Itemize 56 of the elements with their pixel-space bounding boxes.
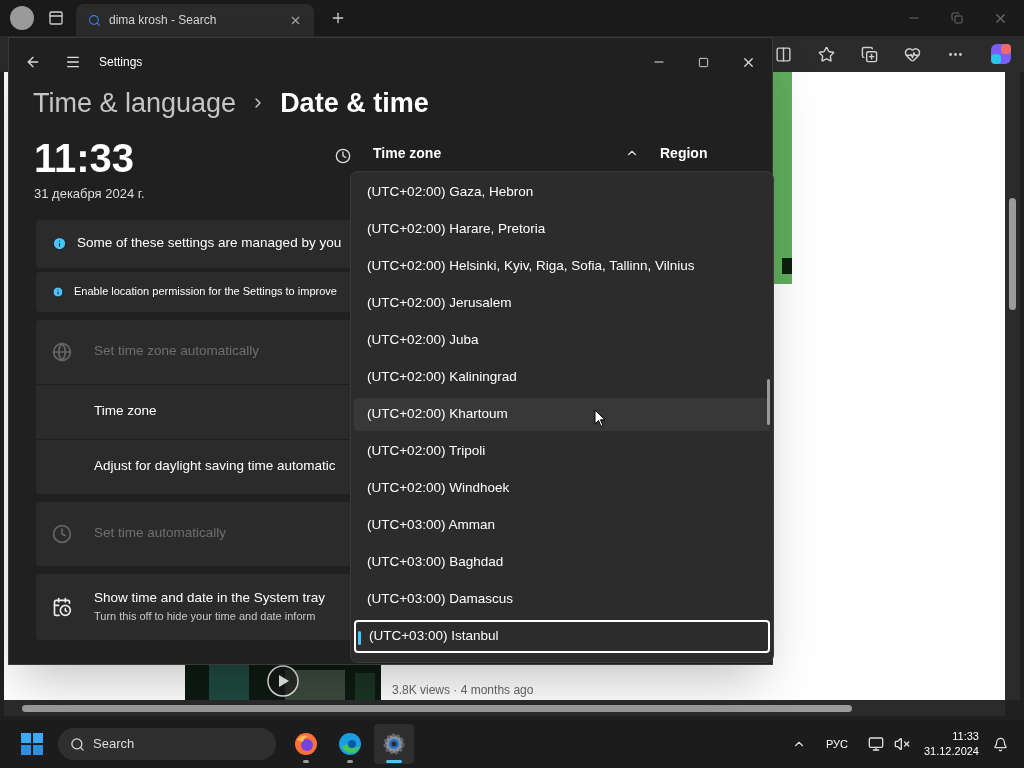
clock-date: 31 декабря 2024 г. xyxy=(34,185,145,203)
info-icon xyxy=(52,236,67,251)
tab-title: dima krosh - Search xyxy=(109,12,218,29)
horizontal-scrollbar[interactable] xyxy=(4,700,1005,716)
heart-pulse-icon[interactable] xyxy=(904,45,921,63)
mouse-pointer-icon xyxy=(594,409,606,428)
copilot-icon[interactable] xyxy=(990,43,1012,65)
search-icon xyxy=(70,736,85,752)
split-screen-icon[interactable] xyxy=(775,45,792,63)
monitor-icon[interactable] xyxy=(867,736,884,752)
tray-date[interactable]: 31.12.2024 xyxy=(923,744,979,759)
timezone-dropdown[interactable] xyxy=(350,171,774,663)
search-icon xyxy=(88,13,101,27)
video-meta: 3.8K views · 4 months ago xyxy=(392,683,534,697)
vertical-scrollbar[interactable] xyxy=(1005,72,1020,700)
info-icon xyxy=(52,285,64,298)
maximize-icon[interactable] xyxy=(698,56,709,68)
play-icon[interactable] xyxy=(267,665,299,697)
firefox-icon[interactable] xyxy=(294,732,318,756)
windows-logo-icon[interactable] xyxy=(21,733,43,755)
section-header: Region xyxy=(660,144,708,163)
window-title: Settings xyxy=(99,54,143,71)
setting-label: Show time and date in the System tray xyxy=(94,589,326,608)
section-header: Time zone xyxy=(373,144,442,163)
muted-speaker-icon[interactable] xyxy=(893,736,910,752)
browser-tab[interactable]: dima krosh - Search xyxy=(76,4,314,36)
new-tab-icon[interactable] xyxy=(330,10,346,26)
setting-description: Turn this off to hide your time and date inform xyxy=(94,609,317,625)
timezone-option[interactable]: (UTC+02:00) Khartoum xyxy=(354,398,770,431)
page-title: Date & time xyxy=(280,86,429,120)
notice-text: Some of these settings are managed by you xyxy=(77,234,342,253)
tray-time[interactable]: 11:33 xyxy=(952,729,979,744)
setting-label: Set time automatically xyxy=(94,524,227,543)
setting-label: Set time zone automatically xyxy=(94,342,260,361)
search-field[interactable]: Search xyxy=(58,728,276,760)
setting-label: Adjust for daylight saving time automatic xyxy=(94,457,336,476)
back-icon[interactable] xyxy=(25,54,41,70)
notification-icon[interactable] xyxy=(993,736,1008,752)
edge-icon[interactable] xyxy=(338,732,362,756)
breadcrumb-link[interactable]: Time & language xyxy=(33,82,237,124)
tab-actions-icon[interactable] xyxy=(48,10,64,26)
favorites-icon[interactable] xyxy=(818,45,835,63)
timezone-option[interactable]: (UTC+03:00) Istanbul xyxy=(354,620,770,653)
notice-text: Enable location permission for the Settings to improve xyxy=(74,284,337,300)
menu-icon[interactable] xyxy=(65,54,81,70)
clock-time: 11:33 xyxy=(34,135,136,182)
setting-label: Time zone xyxy=(94,402,157,421)
language-indicator[interactable]: РУС xyxy=(825,735,848,753)
globe-icon xyxy=(52,341,72,362)
collections-icon[interactable] xyxy=(861,45,878,63)
profile-avatar[interactable] xyxy=(10,6,34,30)
clock-icon xyxy=(335,148,351,164)
gear-icon[interactable] xyxy=(382,732,406,756)
calendar-clock-icon xyxy=(52,596,72,617)
scrollbar-thumb[interactable] xyxy=(767,379,770,425)
clock-icon xyxy=(52,523,72,544)
